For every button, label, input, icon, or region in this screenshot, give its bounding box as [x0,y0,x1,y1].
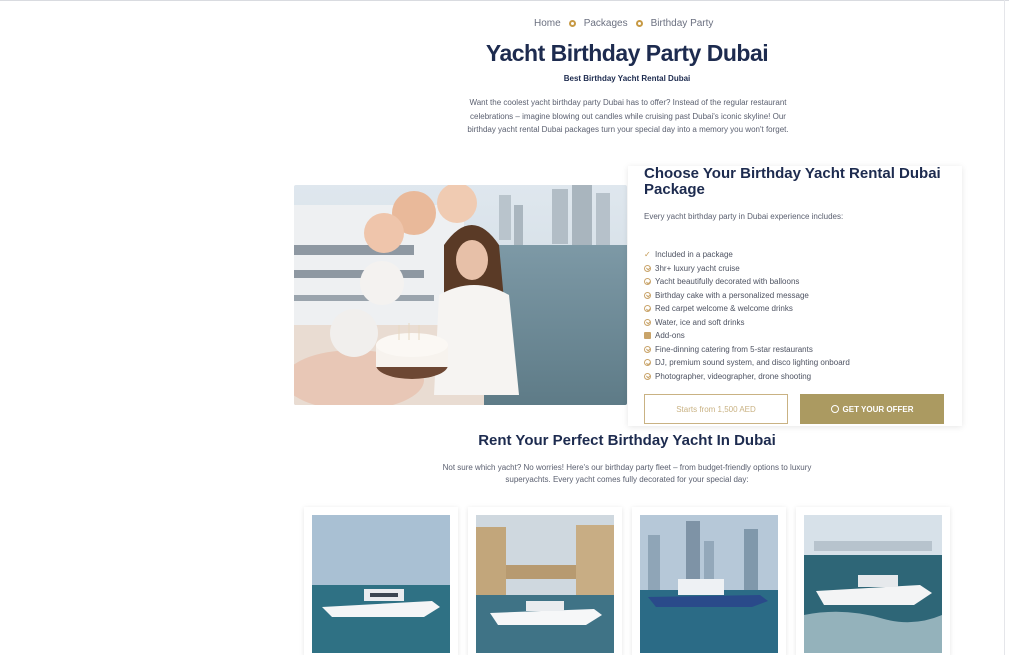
list-item: Yacht beautifully decorated with balloon… [644,275,850,289]
list-item: DJ, premium sound system, and disco ligh… [644,356,850,370]
breadcrumb-separator-icon [568,20,576,27]
fleet-description: Not sure which yacht? No worries! Here's… [442,463,812,484]
package-title: Choose Your Birthday Yacht Rental Dubai … [644,165,941,198]
list-item: Red carpet welcome & welcome drinks [644,302,850,316]
check-circle-icon [644,305,651,313]
get-offer-label: GET YOUR OFFER [842,404,914,414]
list-item: 3hr+ luxury yacht cruise [644,262,850,276]
breadcrumb-current: Birthday Party [650,18,714,29]
check-circle-icon [644,345,651,353]
yacht-card[interactable] [632,507,786,655]
list-item: Birthday cake with a personalized messag… [644,289,850,303]
whatsapp-icon [830,405,839,413]
yacht-photo [804,515,942,653]
package-list: ✓ Included in a package 3hr+ luxury yacht… [644,248,850,383]
page-title: Yacht Birthday Party Dubai [485,40,769,66]
list-item: Fine-dinning catering from 5-star restau… [644,343,850,357]
breadcrumb-home[interactable]: Home [534,18,561,29]
check-circle-icon [644,372,651,380]
birthday-hero-image [294,185,627,405]
list-item: Photographer, videographer, drone shooti… [644,370,850,384]
yacht-card[interactable] [468,507,622,655]
package-lead: Every yacht birthday party in Dubai expe… [644,212,844,221]
page-subtitle: Best Birthday Yacht Rental Dubai [563,74,691,83]
fleet-title: Rent Your Perfect Birthday Yacht In Duba… [478,432,776,449]
get-offer-button[interactable]: GET YOUR OFFER [800,394,944,424]
check-circle-icon [644,278,651,286]
list-item: ✓ Included in a package [644,250,733,260]
yacht-photo [312,515,450,653]
check-circle-icon [644,318,651,326]
package-card: Choose Your Birthday Yacht Rental Dubai … [628,166,962,426]
check-circle-icon [644,359,651,367]
intro-paragraph: Want the coolest yacht birthday party Du… [467,98,789,134]
scrollbar-track[interactable] [1004,0,1005,655]
breadcrumb-packages[interactable]: Packages [584,18,628,29]
starting-price-button[interactable]: Starts from 1,500 AED [644,394,788,424]
breadcrumb: Home Packages Birthday Party [534,18,713,29]
check-circle-icon [644,264,651,272]
yacht-photo [476,515,614,653]
yacht-photo [640,515,778,653]
yacht-card[interactable] [796,507,950,655]
plus-icon [644,332,651,340]
top-divider [0,0,1009,1]
breadcrumb-separator-icon [635,20,643,27]
list-item: Water, ice and soft drinks [644,316,850,330]
list-item: Add-ons [644,329,850,343]
yacht-card[interactable] [304,507,458,655]
tick-icon: ✓ [644,250,651,260]
check-circle-icon [644,291,651,299]
